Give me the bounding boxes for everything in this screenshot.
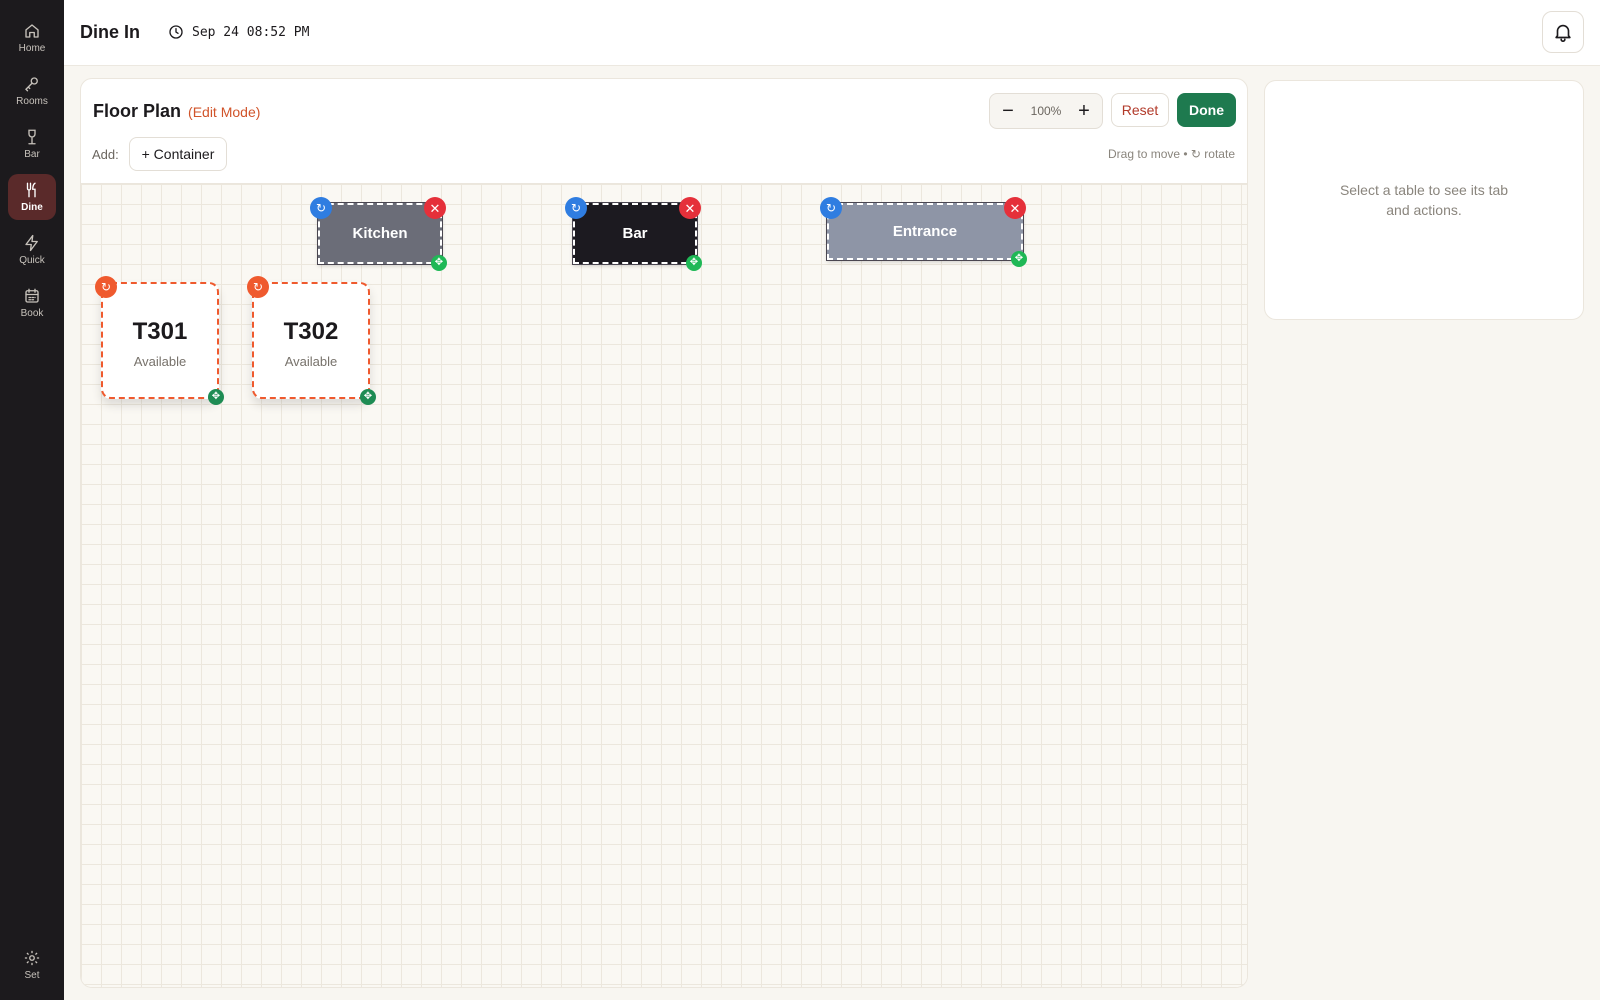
zoom-level: 100% (1030, 104, 1062, 118)
rotate-icon[interactable]: ↻ (565, 197, 587, 219)
add-label: Add: (92, 147, 119, 162)
resize-icon[interactable]: ✥ (431, 255, 447, 271)
bell-icon (1555, 24, 1571, 42)
nav-rooms-label: Rooms (16, 96, 48, 107)
nav-home[interactable]: Home (8, 15, 56, 61)
resize-icon[interactable]: ✥ (360, 389, 376, 405)
nav-book[interactable]: Book (8, 280, 56, 326)
wine-glass-icon (23, 128, 41, 146)
resize-icon[interactable]: ✥ (208, 389, 224, 405)
zone-label: Kitchen (352, 225, 408, 242)
nav-dine[interactable]: Dine (8, 174, 56, 220)
nav-quick[interactable]: Quick (8, 227, 56, 273)
zone-entrance[interactable]: Entrance (826, 202, 1024, 261)
table-name: T302 (283, 318, 339, 345)
datetime-display: Sep 24 08:52 PM (168, 24, 309, 40)
rotate-icon[interactable]: ↻ (310, 197, 332, 219)
nav-rooms[interactable]: Rooms (8, 68, 56, 114)
table-details-panel: Select a table to see its tab and action… (1264, 80, 1584, 320)
nav-settings-label: Set (24, 970, 40, 981)
home-icon (23, 22, 41, 40)
table-card-t301[interactable]: T301 Available (101, 282, 219, 399)
empty-state-message: Select a table to see its tab and action… (1339, 182, 1509, 218)
table-card-t302[interactable]: T302 Available (252, 282, 370, 399)
zoom-control: − 100% + (989, 93, 1103, 129)
zoom-in-button[interactable]: + (1072, 99, 1096, 123)
nav-quick-label: Quick (19, 255, 45, 266)
rotate-icon[interactable]: ↻ (820, 197, 842, 219)
resize-icon[interactable]: ✥ (1011, 251, 1027, 267)
rotate-icon[interactable]: ↻ (247, 276, 269, 298)
done-button[interactable]: Done (1177, 93, 1236, 127)
close-icon[interactable]: ✕ (679, 197, 701, 219)
add-container-button[interactable]: + Container (129, 137, 227, 171)
zone-label: Entrance (892, 223, 958, 240)
nav-bar[interactable]: Bar (8, 121, 56, 167)
zoom-out-button[interactable]: − (996, 99, 1020, 123)
table-name: T301 (132, 318, 188, 345)
floor-canvas[interactable]: Kitchen ↻ ✕ ✥ Bar ↻ ✕ ✥ Entrance ↻ ✕ ✥ T… (81, 183, 1247, 987)
lightning-icon (23, 234, 41, 252)
floor-plan-panel: Floor Plan (Edit Mode) − 100% + Reset Do… (80, 78, 1248, 988)
key-icon (23, 75, 41, 93)
floor-plan-title-text: Floor Plan (93, 101, 182, 121)
calendar-icon (23, 287, 41, 305)
nav-settings[interactable]: Set (8, 942, 56, 988)
datetime-text: Sep 24 08:52 PM (192, 24, 310, 40)
rotate-icon[interactable]: ↻ (95, 276, 117, 298)
zone-bar[interactable]: Bar (572, 202, 698, 265)
sidebar: Home Rooms Bar Dine Quick Book Set (0, 0, 64, 1000)
floor-plan-title: Floor Plan (Edit Mode) (93, 101, 260, 122)
utensils-icon (23, 181, 41, 199)
resize-icon[interactable]: ✥ (686, 255, 702, 271)
zone-label: Bar (622, 225, 648, 242)
nav-bar-label: Bar (24, 149, 40, 160)
reset-button[interactable]: Reset (1111, 93, 1169, 127)
notifications-button[interactable] (1542, 11, 1584, 53)
nav-book-label: Book (20, 308, 44, 319)
clock-icon (169, 25, 183, 39)
top-header: Dine In Sep 24 08:52 PM (64, 0, 1600, 66)
nav-dine-label: Dine (21, 202, 43, 213)
table-status: Available (133, 354, 187, 369)
close-icon[interactable]: ✕ (1004, 197, 1026, 219)
edit-mode-label: (Edit Mode) (188, 104, 261, 120)
drag-hint: Drag to move • ↻ rotate (1108, 147, 1235, 161)
close-icon[interactable]: ✕ (424, 197, 446, 219)
table-status: Available (284, 354, 338, 369)
gear-icon (23, 949, 41, 967)
page-title: Dine In (80, 22, 141, 42)
nav-home-label: Home (18, 43, 46, 54)
zone-kitchen[interactable]: Kitchen (317, 202, 443, 265)
